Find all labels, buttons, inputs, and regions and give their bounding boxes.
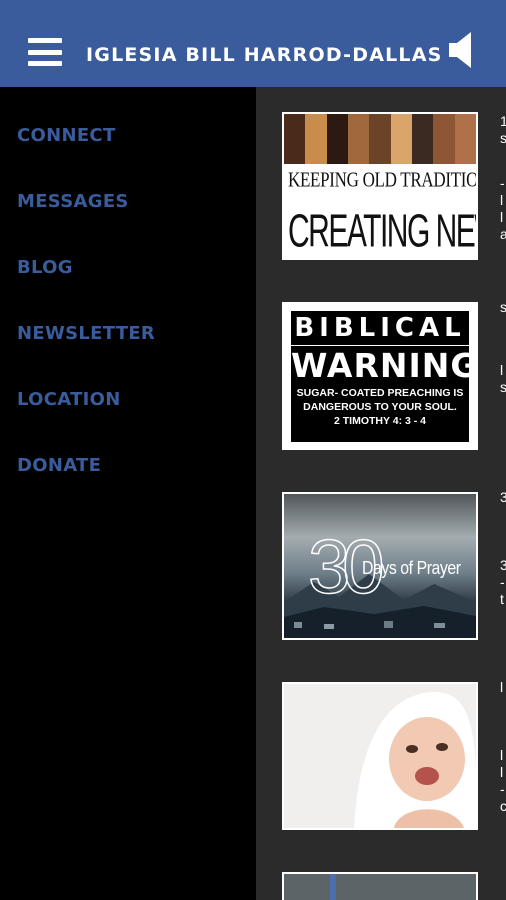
post-excerpt-cutoff: ls <box>500 362 506 395</box>
thumb-scripture-ref: 2 TIMOTHY 4: 3 - 4 <box>334 415 426 427</box>
post-thumbnail-partial[interactable] <box>282 872 478 900</box>
nav-drawer: CONNECT MESSAGES BLOG NEWSLETTER LOCATIO… <box>0 87 256 900</box>
thumb-text-line1: SUGAR- COATED PREACHING IS <box>296 387 464 399</box>
speaker-icon[interactable] <box>449 32 475 68</box>
thumb-label: Days of Prayer <box>362 558 461 578</box>
post-excerpt-cutoff: ll-c <box>500 747 506 814</box>
thumb-text-line2: DANGEROUS TO YOUR SOUL. <box>303 401 457 413</box>
app-title: IGLESIA BILL HARROD-DALLAS <box>86 44 443 66</box>
post-title-cutoff: 3 <box>500 489 506 505</box>
thumb-caption-line1: KEEPING OLD TRADITIONS, <box>288 167 478 192</box>
post-thumbnail-baby[interactable] <box>282 682 478 830</box>
hamburger-menu-icon[interactable] <box>28 38 62 66</box>
post-title-cutoff: s <box>500 299 506 315</box>
baby-image <box>354 692 476 828</box>
post-excerpt-cutoff: -lla <box>500 175 506 242</box>
post-list: KEEPING OLD TRADITIONS, CREATING NEW ONE… <box>256 87 506 900</box>
thumb-title: BIBLICAL <box>291 311 469 345</box>
photo-collage <box>284 114 476 164</box>
post-thumbnail-traditions[interactable]: KEEPING OLD TRADITIONS, CREATING NEW ONE… <box>282 112 478 260</box>
thumb-warning-box: WARNING SUGAR- COATED PREACHING IS DANGE… <box>291 346 478 442</box>
post-thumbnail-biblical-warning[interactable]: BIBLICAL WARNING SUGAR- COATED PREACHING… <box>282 302 478 450</box>
nav-item-blog[interactable]: BLOG <box>17 257 73 278</box>
nav-item-location[interactable]: LOCATION <box>17 389 121 410</box>
thumb-caption-line2: CREATING NEW ONES <box>288 206 476 258</box>
nav-item-connect[interactable]: CONNECT <box>17 125 116 146</box>
nav-item-newsletter[interactable]: NEWSLETTER <box>17 323 155 344</box>
post-title-cutoff: l <box>500 679 504 695</box>
post-excerpt-cutoff: 3-t <box>500 557 506 607</box>
post-thumbnail-30-days-prayer[interactable]: 30 Days of Prayer <box>282 492 478 640</box>
post-title-cutoff: 1s <box>500 113 506 146</box>
nav-item-messages[interactable]: MESSAGES <box>17 191 129 212</box>
app-header: IGLESIA BILL HARROD-DALLAS <box>0 0 506 87</box>
nav-item-donate[interactable]: DONATE <box>17 455 101 476</box>
thumb-warning-text: WARNING <box>291 346 478 385</box>
